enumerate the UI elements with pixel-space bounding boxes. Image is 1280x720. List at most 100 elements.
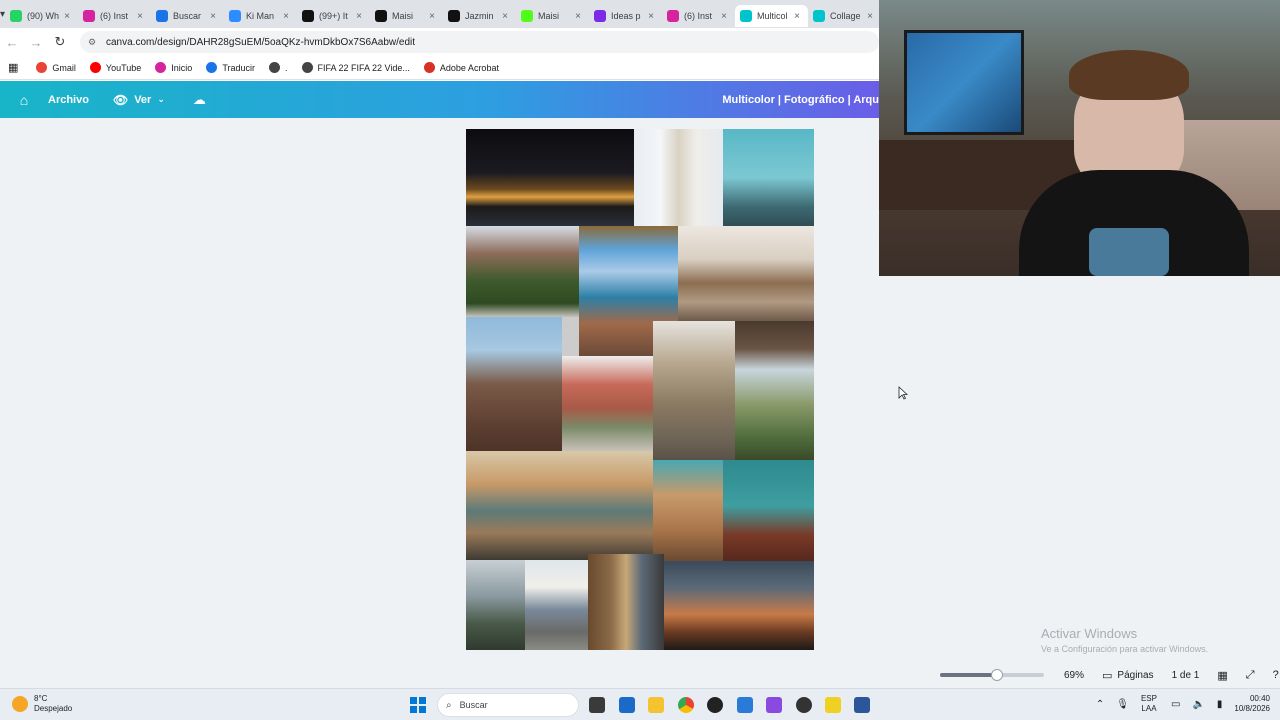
tiktok-icon — [375, 10, 388, 22]
bookmark-item[interactable]: FIFA 22 FIFA 22 Vide... — [301, 62, 410, 73]
tab-title: (90) Wh — [27, 11, 60, 21]
weather-widget[interactable]: 8°C Despejado — [12, 694, 72, 714]
browser-tab[interactable]: Ki Man × — [224, 5, 297, 27]
cloud-save-icon[interactable]: ☁ — [193, 92, 206, 108]
zoom-slider-fill — [940, 673, 998, 677]
browser-tab[interactable]: Maisi × — [370, 5, 443, 27]
photo-mountain-castle[interactable] — [466, 560, 525, 650]
browser-tab[interactable]: (99+) It × — [297, 5, 370, 27]
photo-moscow-night[interactable] — [466, 129, 634, 226]
close-tab-icon[interactable]: × — [426, 11, 438, 22]
task-view-icon[interactable] — [589, 697, 605, 713]
home-icon[interactable]: ⌂ — [0, 92, 48, 108]
photo-collage[interactable] — [466, 129, 814, 650]
windows-start-icon[interactable] — [410, 697, 426, 713]
close-tab-icon[interactable]: × — [572, 11, 584, 22]
photo-pisa-tower[interactable] — [634, 129, 723, 226]
grid-view-icon[interactable]: ▦ — [1217, 669, 1227, 682]
forward-icon[interactable]: → — [24, 35, 48, 50]
browser-tab[interactable]: Buscar × — [151, 5, 224, 27]
photos-icon[interactable] — [737, 697, 753, 713]
archivo-menu[interactable]: Archivo — [48, 94, 89, 106]
pages-button[interactable]: ▭ Páginas — [1102, 669, 1154, 682]
zoom-slider[interactable] — [940, 669, 1044, 681]
close-tab-icon[interactable]: × — [61, 11, 73, 22]
fullscreen-icon[interactable]: ⤢ — [1246, 669, 1255, 682]
browser-tab[interactable]: (6) Inst × — [78, 5, 151, 27]
clock[interactable]: 00:40 10/8/2026 — [1234, 694, 1270, 714]
photo-eiffel-tower[interactable] — [723, 129, 814, 226]
close-tab-icon[interactable]: × — [134, 11, 146, 22]
obs-icon[interactable] — [796, 697, 812, 713]
media-player-icon[interactable] — [707, 697, 723, 713]
url-field[interactable]: ⚙ canva.com/design/DAHR28gSuEM/5oaQKz-hv… — [80, 31, 879, 53]
photo-florence-bridge[interactable] — [466, 451, 653, 560]
capcut-icon[interactable] — [766, 697, 782, 713]
site-info-icon[interactable]: ⚙ — [88, 37, 100, 48]
zoom-level[interactable]: 69% — [1064, 670, 1084, 681]
photo-white-houses[interactable] — [525, 560, 588, 650]
chrome-icon — [156, 10, 169, 22]
language-indicator[interactable]: ESP LAA — [1141, 694, 1157, 714]
tiktok-icon — [302, 10, 315, 22]
close-tab-icon[interactable]: × — [207, 11, 219, 22]
clock-date: 10/8/2026 — [1234, 704, 1270, 713]
volume-icon[interactable]: 🔈 — [1192, 699, 1204, 710]
back-icon[interactable]: ← — [0, 35, 24, 50]
store-icon[interactable] — [619, 697, 635, 713]
close-tab-icon[interactable]: × — [353, 11, 365, 22]
bookmark-item[interactable]: Gmail — [36, 62, 76, 73]
browser-tab[interactable]: (6) Inst × — [662, 5, 735, 27]
close-tab-icon[interactable]: × — [499, 11, 511, 22]
bookmark-item[interactable]: Inicio — [155, 62, 192, 73]
taskbar-search[interactable]: ⌕ Buscar — [437, 693, 579, 717]
browser-tab[interactable]: Jazmin × — [443, 5, 516, 27]
photo-big-ben[interactable] — [664, 561, 814, 650]
bookmark-item[interactable]: . — [269, 62, 288, 73]
document-title[interactable]: Multicolor | Fotográfico | Arqu — [722, 94, 879, 106]
photo-narrow-street[interactable] — [653, 321, 735, 460]
photo-ivy-building[interactable] — [466, 226, 579, 317]
bookmark-item[interactable]: Traducir — [206, 62, 255, 73]
close-tab-icon[interactable]: × — [280, 11, 292, 22]
photo-prague-bridge[interactable] — [678, 226, 814, 321]
zoom-slider-knob[interactable] — [991, 669, 1004, 681]
photo-colorful-facades[interactable] — [562, 356, 653, 451]
bookmark-item[interactable]: Adobe Acrobat — [423, 62, 499, 73]
word-icon[interactable] — [854, 697, 870, 713]
close-tab-icon[interactable]: × — [718, 11, 730, 22]
browser-tab[interactable]: Maisi × — [516, 5, 589, 27]
apps-icon[interactable]: ▦ — [8, 61, 18, 74]
photo-alley[interactable] — [588, 554, 664, 650]
bookmark-item[interactable]: YouTube — [89, 62, 141, 73]
photo-colosseum[interactable] — [653, 460, 723, 561]
reload-icon[interactable]: ↻ — [48, 34, 72, 50]
sticky-notes-icon[interactable] — [825, 697, 841, 713]
bookmarks-bar: ▦ Gmail YouTube Inicio Traducir. FIFA 22 FIF… — [0, 56, 879, 80]
photo-clock-tower[interactable] — [723, 460, 814, 575]
tiktok-icon — [448, 10, 461, 22]
file-explorer-icon[interactable] — [648, 697, 664, 713]
tab-title: Maisi — [392, 11, 414, 21]
photo-cathedral[interactable] — [466, 317, 562, 451]
browser-tab[interactable]: Multicol × — [735, 5, 809, 27]
close-tab-icon[interactable]: × — [791, 11, 803, 22]
close-tab-icon[interactable]: × — [645, 11, 657, 22]
close-tab-icon[interactable]: × — [864, 11, 876, 22]
help-icon[interactable]: ? — [1273, 669, 1279, 681]
windows-activation-watermark: Activar Windows Ve a Configuración para … — [1041, 626, 1208, 654]
browser-tab[interactable]: Collage × — [808, 5, 881, 27]
battery-icon[interactable]: ▮ — [1217, 699, 1223, 710]
tab-title: (6) Inst — [684, 11, 713, 21]
chrome-icon[interactable] — [678, 697, 694, 713]
chevron-up-icon[interactable]: ⌃ — [1096, 699, 1104, 710]
ver-menu[interactable]: 👁 Ver ⌄ — [113, 93, 165, 107]
watermark-title: Activar Windows — [1041, 626, 1138, 641]
tab-title: Buscar — [173, 11, 202, 21]
browser-tab[interactable]: Ideas p × — [589, 5, 662, 27]
microphone-icon[interactable]: 🎙 — [1116, 699, 1129, 710]
browser-tab[interactable]: (90) Wh × — [5, 5, 78, 27]
network-icon[interactable]: ▭ — [1171, 699, 1180, 710]
bookmark-favicon-icon — [89, 62, 101, 73]
photo-arch-view[interactable] — [735, 321, 814, 460]
